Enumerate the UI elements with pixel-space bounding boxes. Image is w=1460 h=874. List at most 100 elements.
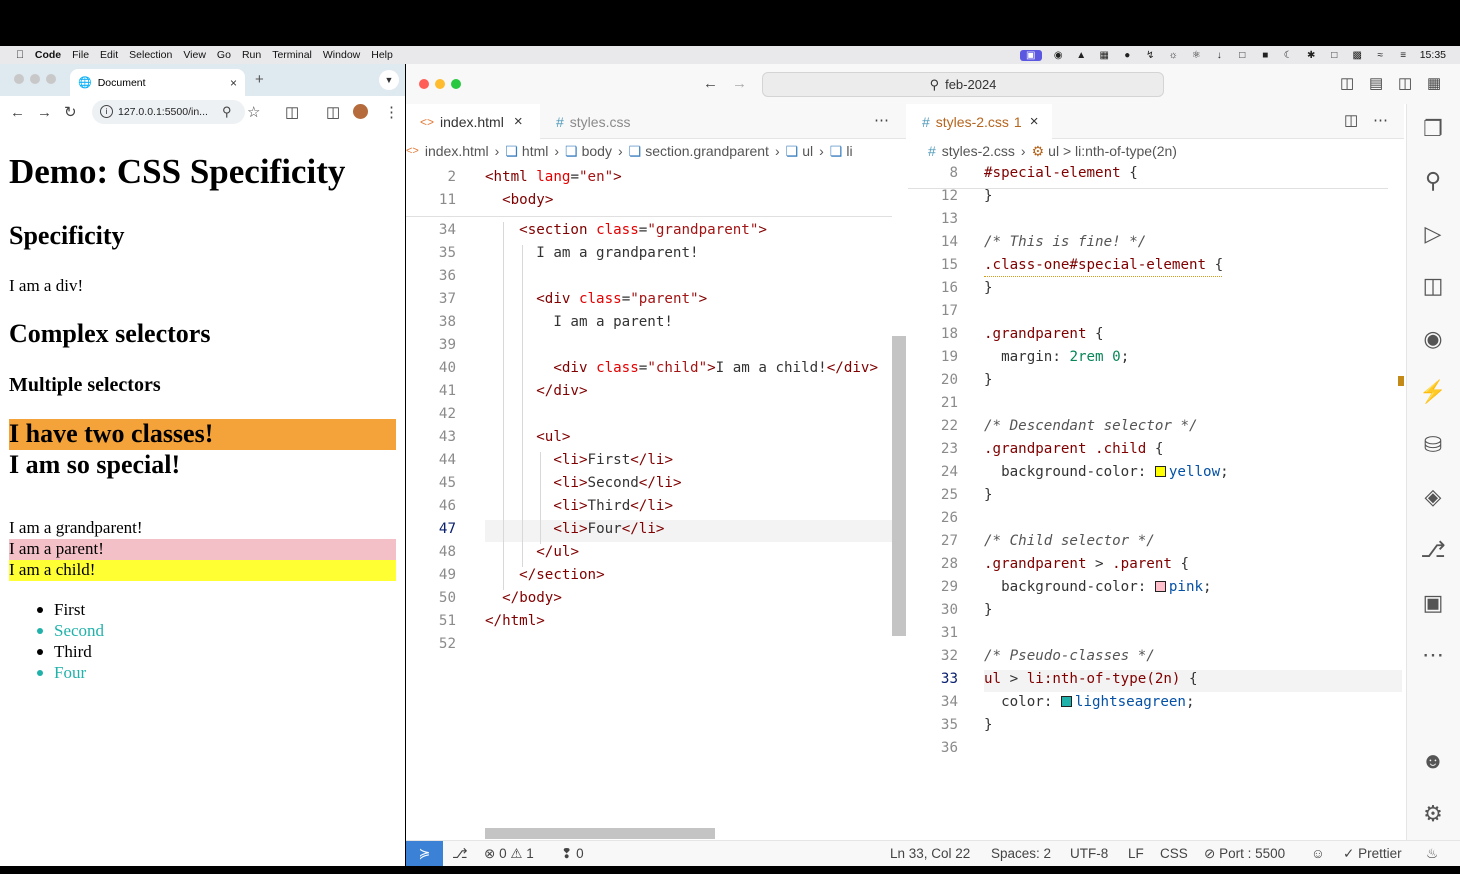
menu-help[interactable]: Help (371, 49, 393, 61)
code-line[interactable]: /* Child selector */ (984, 533, 1155, 549)
encoding[interactable]: UTF-8 (1070, 846, 1108, 861)
close-icon[interactable]: × (1030, 113, 1039, 130)
extensions-icon[interactable]: ◫ (1420, 273, 1446, 299)
menu-view[interactable]: View (183, 49, 206, 61)
tab-search-dropdown[interactable]: ▼ (379, 70, 399, 90)
menu-edit[interactable]: Edit (100, 49, 118, 61)
app-tray-icon[interactable]: □ (1236, 50, 1249, 61)
menu-go[interactable]: Go (217, 49, 231, 61)
close-icon[interactable]: × (514, 113, 523, 130)
app-tray-icon[interactable]: ● (1121, 50, 1134, 61)
code-area-html[interactable]: 2 <html lang="en"> 11 <body> 34 <section cl… (406, 166, 906, 816)
source-control-icon[interactable]: ⎇ (1420, 537, 1446, 563)
app-tray-icon[interactable]: ■ (1259, 50, 1272, 61)
code-line[interactable]: </body> (485, 590, 562, 606)
code-area-css[interactable]: 8 #special-element {12} 13 14 /* This is fin… (908, 162, 1404, 822)
app-tray-icon[interactable]: ↯ (1144, 50, 1157, 61)
apple-icon[interactable]:  (16, 49, 24, 61)
menu-app-name[interactable]: Code (35, 49, 61, 61)
docker-icon[interactable]: ▣ (1420, 590, 1446, 616)
back-icon[interactable]: ← (10, 105, 25, 120)
code-line[interactable]: <li>Four</li> (485, 521, 664, 537)
bookmark-star-icon[interactable]: ☆ (247, 105, 260, 120)
breadcrumb-item[interactable]: li (846, 143, 852, 159)
live-server-port[interactable]: ⊘ Port : 5500 (1204, 846, 1285, 862)
screen-share-icon[interactable]: ▣ (1019, 49, 1042, 61)
code-line[interactable]: <li>First</li> (485, 452, 673, 468)
toggle-panel-icon[interactable]: ▤ (1369, 76, 1383, 91)
info-icon[interactable]: i (100, 105, 113, 118)
sidebar-icon[interactable]: ◫ (326, 105, 340, 120)
code-line[interactable]: margin: 2rem 0; (984, 349, 1129, 365)
browser-tab[interactable]: 🌐 Document × (70, 69, 245, 96)
tab-styles-2-css[interactable]: # styles-2.css 1 × (908, 104, 1053, 139)
window-zoom-button[interactable] (46, 74, 56, 84)
remote-icon[interactable]: ◉ (1420, 326, 1446, 352)
menu-terminal[interactable]: Terminal (272, 49, 312, 61)
extensions-icon[interactable]: ◫ (285, 105, 299, 120)
code-line[interactable]: .class-one#special-element { (984, 257, 1223, 273)
zoom-icon[interactable]: ⚲ (222, 105, 232, 118)
code-line[interactable]: /* Pseudo-classes */ (984, 648, 1155, 664)
menu-file[interactable]: File (72, 49, 89, 61)
code-line[interactable]: <li>Third</li> (485, 498, 673, 514)
sticky-scroll-line[interactable]: <body> (485, 192, 553, 208)
notifications-bell-icon[interactable]: ♨ (1426, 846, 1438, 862)
code-line[interactable]: I am a grandparent! (485, 245, 698, 261)
menu-selection[interactable]: Selection (129, 49, 172, 61)
toggle-sidebar-icon[interactable]: ◫ (1340, 76, 1354, 91)
breadcrumb-item[interactable]: ul > li:nth-of-type(2n) (1048, 143, 1177, 159)
code-line[interactable]: </ul> (485, 544, 579, 560)
code-line[interactable]: /* This is fine! */ (984, 234, 1146, 250)
window-minimize-button[interactable] (435, 79, 445, 89)
search-icon[interactable]: ⚲ (1420, 168, 1446, 194)
layers-icon[interactable]: ◈ (1420, 484, 1446, 510)
ports-indicator[interactable]: ❢ 0 (561, 846, 584, 862)
wifi-icon[interactable]: ≈ (1374, 50, 1387, 61)
breadcrumb-item[interactable]: body (582, 143, 612, 159)
display-icon[interactable]: □ (1328, 50, 1341, 61)
code-line[interactable]: } (984, 372, 993, 388)
clock[interactable]: 15:35 (1420, 49, 1446, 61)
app-tray-icon[interactable]: ⚛ (1190, 50, 1203, 61)
code-line[interactable]: ul > li:nth-of-type(2n) { (984, 671, 1198, 687)
app-tray-icon[interactable]: ▦ (1098, 50, 1111, 61)
remote-indicator[interactable]: ≽ (406, 841, 443, 866)
split-editor-icon[interactable]: ◫ (1344, 113, 1358, 128)
tab-styles-css[interactable]: # styles.css (542, 104, 644, 139)
app-tray-icon[interactable]: ☼ (1167, 50, 1180, 61)
branch-icon[interactable]: ⎇ (452, 846, 468, 862)
cursor-position[interactable]: Ln 33, Col 22 (890, 846, 970, 861)
more-icon[interactable]: ⋯ (1420, 642, 1446, 668)
code-line[interactable]: .grandparent { (984, 326, 1104, 342)
window-zoom-button[interactable] (451, 79, 461, 89)
code-line[interactable]: } (984, 280, 993, 296)
code-line[interactable]: <section class="grandparent"> (485, 222, 767, 238)
app-tray-icon[interactable]: ◉ (1052, 50, 1065, 61)
code-line[interactable]: .grandparent > .parent { (984, 556, 1189, 572)
customize-layout-icon[interactable]: ▦ (1427, 76, 1441, 91)
vertical-scrollbar[interactable] (892, 336, 906, 636)
avatar[interactable] (353, 104, 368, 119)
breadcrumb-item[interactable]: section.grandparent (645, 143, 769, 159)
more-actions-icon[interactable]: ⋯ (874, 113, 889, 128)
lightning-icon[interactable]: ⚡ (1419, 379, 1446, 405)
code-line[interactable]: <li>Second</li> (485, 475, 681, 491)
control-center-icon[interactable]: ≡ (1397, 50, 1410, 61)
breadcrumb-item[interactable]: index.html (425, 143, 489, 159)
new-tab-button[interactable]: + (255, 71, 264, 88)
more-menu-icon[interactable]: ⋮ (384, 105, 399, 120)
code-line[interactable]: color: lightseagreen; (984, 694, 1194, 710)
code-line[interactable]: <div class="child">I am a child!</div> (485, 360, 878, 376)
window-close-button[interactable] (14, 74, 24, 84)
horizontal-scrollbar[interactable] (485, 828, 715, 839)
breadcrumb-item[interactable]: ul (802, 143, 813, 159)
breadcrumb-item[interactable]: html (522, 143, 548, 159)
code-line[interactable]: </html> (485, 613, 545, 629)
code-line[interactable]: } (984, 487, 993, 503)
code-line[interactable]: </div> (485, 383, 587, 399)
code-line[interactable]: } (984, 602, 993, 618)
menu-window[interactable]: Window (323, 49, 360, 61)
indentation[interactable]: Spaces: 2 (991, 846, 1051, 861)
code-line[interactable]: } (984, 188, 993, 204)
